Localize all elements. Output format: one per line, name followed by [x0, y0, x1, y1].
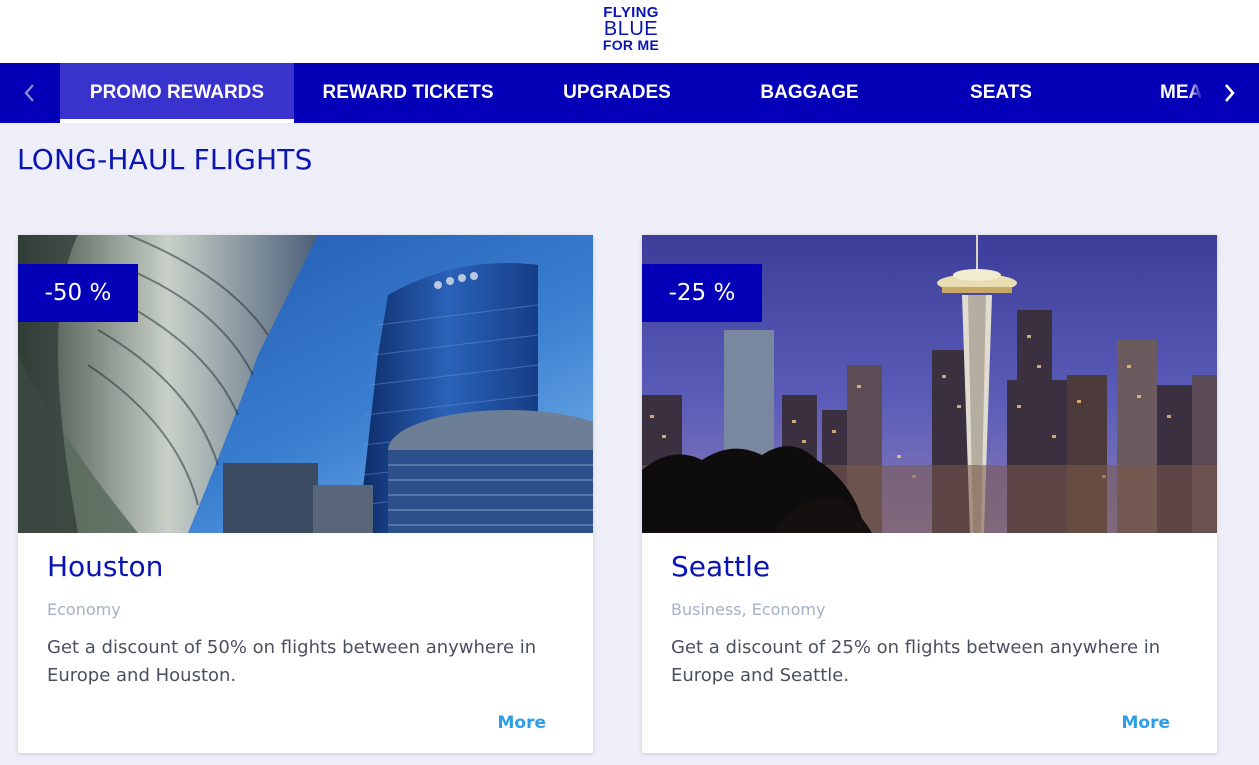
logo-line-3: FOR ME: [602, 37, 660, 53]
discount-badge: -50 %: [18, 264, 138, 322]
nav-prev-button[interactable]: [0, 63, 58, 123]
tab-reward-tickets[interactable]: REWARD TICKETS: [294, 63, 522, 123]
houston-skyline-photo[interactable]: -50 %: [18, 235, 593, 533]
tab-upgrades[interactable]: UPGRADES: [522, 63, 712, 123]
flying-blue-logo[interactable]: FLYING BLUE FOR ME: [598, 5, 664, 53]
card-title[interactable]: Seattle: [671, 550, 770, 583]
card-title[interactable]: Houston: [47, 550, 163, 583]
chevron-right-icon: [1225, 84, 1235, 102]
card-description: Get a discount of 50% on flights between…: [47, 637, 537, 686]
card-cabin-class: Business, Economy: [671, 600, 826, 619]
section-title: LONG-HAUL FLIGHTS: [17, 143, 313, 176]
tab-promo-rewards[interactable]: PROMO REWARDS: [60, 63, 294, 123]
tab-baggage[interactable]: BAGGAGE: [712, 63, 907, 123]
nav-next-button[interactable]: [1201, 63, 1259, 123]
logo-line-2: BLUE: [603, 18, 659, 40]
promo-card-seattle[interactable]: -25 % Seattle Business, Economy Get a di…: [642, 235, 1217, 753]
seattle-skyline-photo[interactable]: -25 %: [642, 235, 1217, 533]
discount-badge: -25 %: [642, 264, 762, 322]
top-header: FLYING BLUE FOR ME: [0, 0, 1259, 63]
chevron-left-icon: [24, 84, 34, 102]
promo-card-houston[interactable]: -50 % Houston Economy Get a discount of …: [18, 235, 593, 753]
category-nav: PROMO REWARDS REWARD TICKETS UPGRADES BA…: [0, 63, 1259, 123]
card-cabin-class: Economy: [47, 600, 121, 619]
card-description: Get a discount of 25% on flights between…: [671, 637, 1161, 686]
more-link[interactable]: More: [497, 713, 546, 733]
more-link[interactable]: More: [1121, 713, 1170, 733]
tab-seats[interactable]: SEATS: [907, 63, 1095, 123]
